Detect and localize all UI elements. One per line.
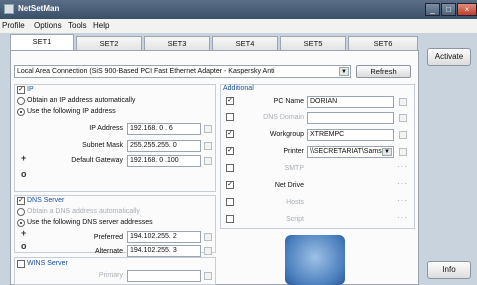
ip-auto-radio[interactable] xyxy=(17,97,25,105)
dns-preferred-label: Preferred xyxy=(93,234,123,241)
ip-group: ✓ IP Obtain an IP address automatically … xyxy=(14,84,216,192)
minimize-button[interactable]: _ xyxy=(425,3,440,16)
ip-manual-radio[interactable] xyxy=(17,108,25,116)
chevron-down-icon: ▼ xyxy=(339,67,349,76)
smtp-more-icon[interactable]: ··· xyxy=(397,162,408,171)
dns-manual-label: Use the following DNS server addresses xyxy=(27,219,153,226)
refresh-label: Refresh xyxy=(370,67,397,76)
refresh-button[interactable]: Refresh xyxy=(356,65,411,78)
activate-button[interactable]: Activate xyxy=(427,48,471,66)
dnsdomain-field[interactable] xyxy=(307,112,394,124)
printer-menu-icon[interactable] xyxy=(399,148,407,156)
tab-set1[interactable]: SET1 xyxy=(10,34,74,50)
printer-value: \\SECRETARIAT\Sams xyxy=(310,148,382,155)
workgroup-menu-icon[interactable] xyxy=(399,131,407,139)
subnet-mask-label: Subnet Mask xyxy=(82,142,123,149)
pcname-checkbox[interactable]: ✓ xyxy=(226,97,234,105)
subnet-mask-menu-icon[interactable] xyxy=(204,142,212,150)
gateway-label: Default Gateway xyxy=(71,157,123,164)
workgroup-field[interactable]: XTREMPC xyxy=(307,129,394,141)
ip-address-menu-icon[interactable] xyxy=(204,125,212,133)
dns-preferred-field[interactable]: 194.102.255. 2 xyxy=(127,231,201,243)
gateway-field[interactable]: 192.168. 0 .100 xyxy=(127,155,201,167)
app-icon xyxy=(4,4,14,14)
dns-group: ✓ DNS Server Obtain a DNS address automa… xyxy=(14,195,216,257)
wins-checkbox[interactable] xyxy=(17,260,25,268)
menu-tools[interactable]: Tools xyxy=(68,21,87,30)
menu-help[interactable]: Help xyxy=(93,21,109,30)
ip-address-label: IP Address xyxy=(89,125,123,132)
additional-title: Additional xyxy=(223,85,254,92)
adapter-select[interactable]: Local Area Connection (SiS 900-Based PCI… xyxy=(14,65,351,78)
tab-set5[interactable]: SET5 xyxy=(280,36,346,50)
wins-primary-label: Primary xyxy=(98,272,123,279)
pcname-label: PC Name xyxy=(273,98,304,105)
netdrive-more-icon[interactable]: ··· xyxy=(397,179,408,188)
workgroup-checkbox[interactable]: ✓ xyxy=(226,130,234,138)
ip-group-title: IP xyxy=(27,86,34,93)
additional-group: Additional ✓ PC Name DORIAN DNS Domain ✓… xyxy=(220,84,415,229)
dns-auto-radio[interactable] xyxy=(17,208,25,216)
script-checkbox[interactable] xyxy=(226,215,234,223)
ip-manual-label: Use the following IP address xyxy=(27,108,116,115)
dnsdomain-menu-icon[interactable] xyxy=(399,114,407,122)
subnet-mask-field[interactable]: 255.255.255. 0 xyxy=(127,140,201,152)
netdrive-checkbox[interactable]: ✓ xyxy=(226,181,234,189)
dnsdomain-label: DNS Domain xyxy=(263,114,304,121)
dnsdomain-checkbox[interactable] xyxy=(226,113,234,121)
maximize-button[interactable]: □ xyxy=(441,3,456,16)
close-button[interactable]: × xyxy=(457,3,477,16)
menu-options[interactable]: Options xyxy=(34,21,62,30)
dns-group-title: DNS Server xyxy=(27,197,65,204)
menu-bar: Profile Options Tools Help xyxy=(0,19,477,33)
ip-checkbox[interactable]: ✓ xyxy=(17,86,25,94)
info-button[interactable]: Info xyxy=(427,261,471,279)
add-gateway-icon[interactable]: + xyxy=(21,153,26,163)
profile-tabs: SET1 SET2 SET3 SET4 SET5 SET6 xyxy=(10,34,418,50)
tab-set3[interactable]: SET3 xyxy=(144,36,210,50)
tab-set2[interactable]: SET2 xyxy=(76,36,142,50)
hosts-more-icon[interactable]: ··· xyxy=(397,196,408,205)
adapter-value: Local Area Connection (SiS 900-Based PCI… xyxy=(17,68,275,75)
dns-checkbox[interactable]: ✓ xyxy=(17,197,25,205)
add-dns-icon[interactable]: + xyxy=(21,228,26,238)
window-title: NetSetMan xyxy=(18,4,60,13)
remove-gateway-icon[interactable]: o xyxy=(21,169,27,179)
workgroup-label: Workgroup xyxy=(269,131,304,138)
dns-preferred-menu-icon[interactable] xyxy=(204,233,212,241)
wins-group-title: WINS Server xyxy=(27,260,68,267)
pcname-menu-icon[interactable] xyxy=(399,98,407,106)
profile-panel: Local Area Connection (SiS 900-Based PCI… xyxy=(10,50,419,285)
smtp-checkbox[interactable] xyxy=(226,164,234,172)
dns-auto-label: Obtain a DNS address automatically xyxy=(27,208,140,215)
pcname-field[interactable]: DORIAN xyxy=(307,96,394,108)
remove-dns-icon[interactable]: o xyxy=(21,241,27,251)
menu-profile[interactable]: Profile xyxy=(2,21,25,30)
tab-set4[interactable]: SET4 xyxy=(212,36,278,50)
globe-logo-icon xyxy=(285,235,345,285)
ip-address-field[interactable]: 192.168. 0 . 6 xyxy=(127,123,201,135)
printer-checkbox[interactable]: ✓ xyxy=(226,147,234,155)
hosts-checkbox[interactable] xyxy=(226,198,234,206)
title-bar: NetSetMan _ □ × xyxy=(0,0,477,19)
chevron-down-icon: ▼ xyxy=(382,148,392,156)
netdrive-label: Net Drive xyxy=(274,182,304,189)
smtp-label: SMTP xyxy=(284,165,304,172)
ip-auto-label: Obtain an IP address automatically xyxy=(27,97,136,104)
wins-primary-menu-icon[interactable] xyxy=(204,272,212,280)
gateway-menu-icon[interactable] xyxy=(204,157,212,165)
wins-primary-field[interactable] xyxy=(127,270,201,282)
script-more-icon[interactable]: ··· xyxy=(397,213,408,222)
dns-manual-radio[interactable] xyxy=(17,219,25,227)
dns-alternate-menu-icon[interactable] xyxy=(204,247,212,255)
dns-alternate-label: Alternate xyxy=(94,248,123,255)
script-label: Script xyxy=(286,216,304,223)
printer-label: Printer xyxy=(283,148,304,155)
hosts-label: Hosts xyxy=(286,199,304,206)
tab-set6[interactable]: SET6 xyxy=(348,36,418,50)
dns-alternate-field[interactable]: 194.102.255. 3 xyxy=(127,245,201,257)
wins-group: WINS Server Primary xyxy=(14,257,216,285)
printer-select[interactable]: \\SECRETARIAT\Sams ▼ xyxy=(307,146,394,158)
